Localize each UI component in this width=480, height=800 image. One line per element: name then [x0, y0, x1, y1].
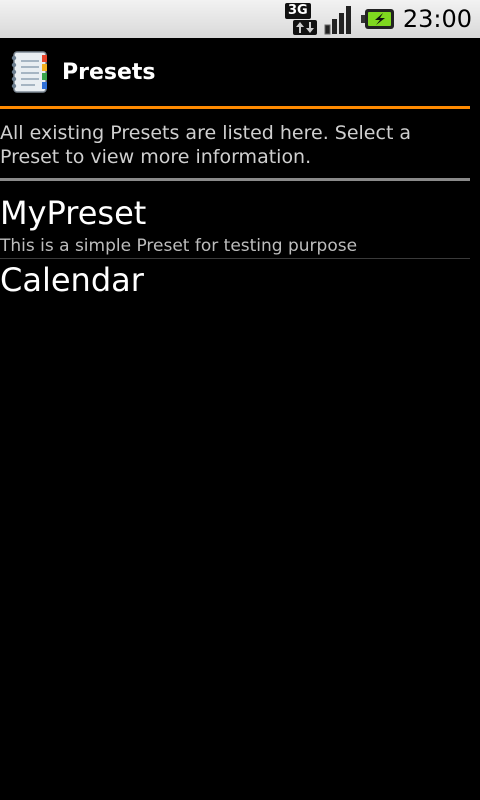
status-bar: 3G 23:00 — [0, 0, 480, 38]
signal-strength-icon — [324, 6, 351, 35]
description-divider — [0, 178, 470, 181]
list-item-mypreset[interactable]: MyPreset This is a simple Preset for tes… — [0, 183, 470, 259]
list-item-subtitle: This is a simple Preset for testing purp… — [0, 236, 358, 256]
data-arrows-icon — [292, 20, 317, 35]
status-time: 23:00 — [402, 5, 472, 33]
battery-charging-icon — [360, 9, 394, 29]
3g-data-icon: 3G — [284, 3, 319, 35]
title-accent-divider — [0, 106, 470, 109]
network-type-label: 3G — [284, 3, 311, 19]
app-screen: 3G 23:00 Presets All existing Presets ar… — [0, 0, 480, 800]
notebook-app-icon — [11, 51, 47, 93]
preset-list: MyPreset This is a simple Preset for tes… — [0, 183, 470, 308]
list-item-title: Calendar — [0, 261, 144, 299]
page-title: Presets — [62, 59, 156, 85]
list-item-title: MyPreset — [0, 194, 147, 232]
list-item-calendar[interactable]: Calendar — [0, 258, 470, 308]
title-bar: Presets — [0, 38, 480, 106]
presets-description: All existing Presets are listed here. Se… — [0, 122, 412, 168]
